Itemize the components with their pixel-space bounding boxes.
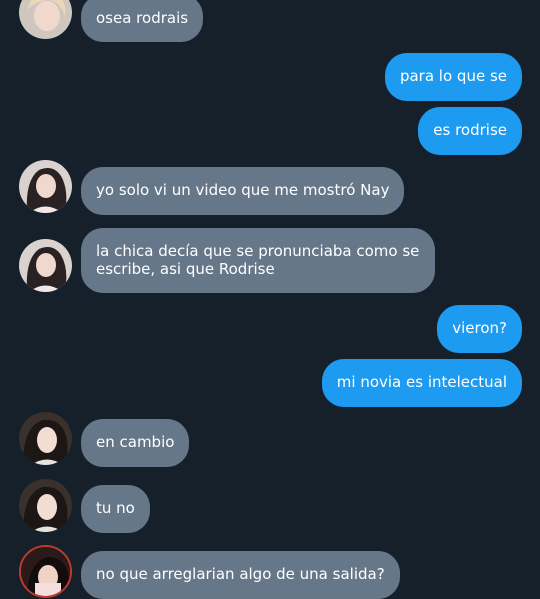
message-text: en cambio xyxy=(96,433,175,451)
message-bubble-incoming[interactable]: yo solo vi un video que me mostró Nay xyxy=(81,167,405,215)
message-bubble-incoming[interactable]: la chica decía que se pronunciaba como s… xyxy=(81,228,435,293)
message-text: vieron? xyxy=(452,319,507,337)
chat-thread: osea rodrais para lo que se es rodrise y… xyxy=(0,0,540,599)
avatar[interactable] xyxy=(19,160,72,213)
message-bubble-outgoing[interactable]: para lo que se xyxy=(384,53,522,101)
message-bubble-incoming[interactable]: no que arreglarian algo de una salida? xyxy=(81,551,400,599)
message-bubble-incoming[interactable]: en cambio xyxy=(81,419,190,467)
avatar[interactable] xyxy=(19,0,72,39)
message-bubble-incoming[interactable]: osea rodrais xyxy=(81,0,204,42)
message-text: no que arreglarian algo de una salida? xyxy=(96,565,385,583)
message-bubble-incoming[interactable]: tu no xyxy=(81,485,150,533)
message-text: tu no xyxy=(96,499,135,517)
message-bubble-outgoing[interactable]: vieron? xyxy=(437,305,522,353)
message-text: osea rodrais xyxy=(96,9,189,27)
user-photo-icon xyxy=(21,547,70,596)
message-bubble-outgoing[interactable]: es rodrise xyxy=(418,107,522,155)
avatar[interactable] xyxy=(19,479,72,532)
message-text: es rodrise xyxy=(433,121,507,139)
user-photo-icon xyxy=(19,239,72,292)
message-text: mi novia es intelectual xyxy=(336,373,507,391)
user-photo-icon xyxy=(19,160,72,213)
avatar[interactable] xyxy=(19,545,72,598)
message-bubble-outgoing[interactable]: mi novia es intelectual xyxy=(321,359,522,407)
user-photo-icon xyxy=(19,412,72,465)
avatar[interactable] xyxy=(19,412,72,465)
avatar[interactable] xyxy=(19,239,72,292)
message-text: para lo que se xyxy=(399,67,507,85)
user-photo-icon xyxy=(19,0,72,39)
message-text: yo solo vi un video que me mostró Nay xyxy=(96,181,390,199)
user-photo-icon xyxy=(19,479,72,532)
message-text: la chica decía que se pronunciaba como s… xyxy=(96,242,420,278)
